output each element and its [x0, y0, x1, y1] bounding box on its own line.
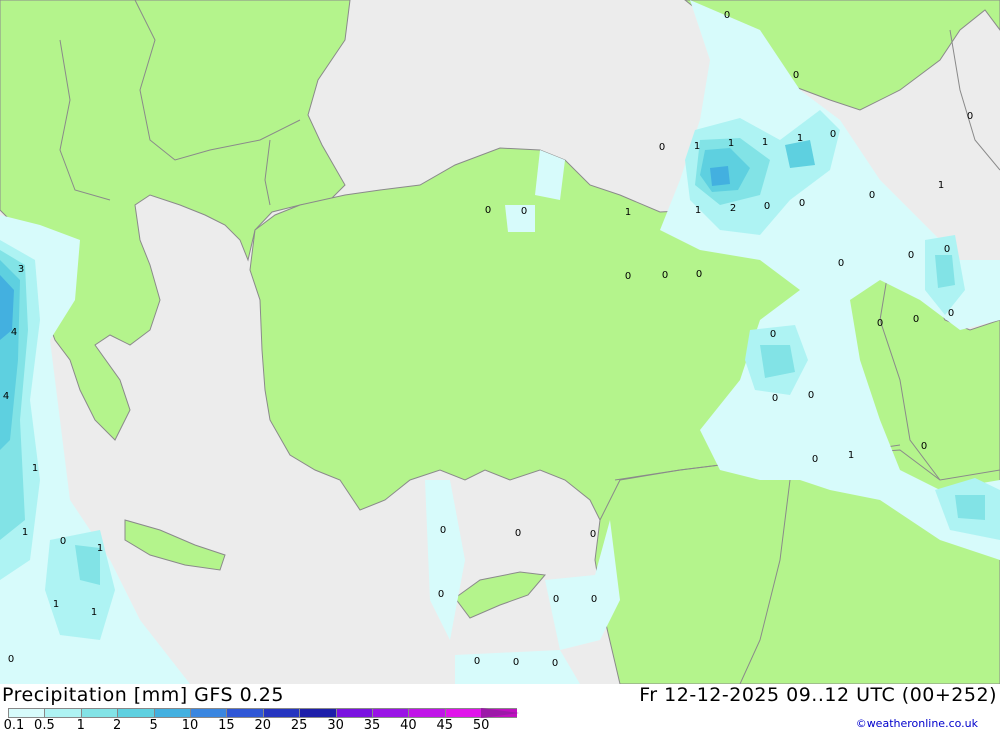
- legend-color-bar: [8, 708, 518, 718]
- legend-label: 35: [363, 718, 381, 733]
- precip-value-label: 1: [695, 205, 701, 216]
- precip-value-label: 4: [3, 391, 9, 402]
- legend-swatch: [335, 708, 372, 718]
- precip-value-label: 0: [921, 441, 927, 452]
- legend-swatch: [226, 708, 263, 718]
- legend-labels: 0.1 0.5 1 2 5 10 15 20 25 30 35 40 45 50: [0, 718, 560, 734]
- legend-swatch: [8, 708, 45, 718]
- precip-value-label: 2: [730, 203, 736, 214]
- precip-value-label: 0: [8, 654, 14, 665]
- legend-swatch: [189, 708, 227, 718]
- precip-value-label: 0: [869, 190, 875, 201]
- precip-value-label: 0: [60, 536, 66, 547]
- precip-value-label: 0: [552, 658, 558, 669]
- precipitation-map: 0 0 0 0 1 1 1 1 0 0 0 1 1 2 0 0 0 1 0 0 0 0 0 0 0 0 0 0 0 0 0 0 1 3 4 4 1 1 0 1…: [0, 0, 1000, 684]
- legend-label: 2: [113, 718, 122, 733]
- precip-value-label: 0: [877, 318, 883, 329]
- precip-value-label: 1: [848, 450, 854, 461]
- precip-value-label: 1: [728, 138, 734, 149]
- precip-value-label: 0: [812, 454, 818, 465]
- legend-label: 15: [218, 718, 235, 733]
- precip-value-label: 0: [724, 10, 730, 21]
- precip-value-label: 1: [762, 137, 768, 148]
- precip-value-label: 0: [830, 129, 836, 140]
- precip-value-label: 1: [97, 543, 103, 554]
- legend-swatch: [444, 708, 482, 718]
- legend-swatch: [408, 708, 445, 718]
- legend-label: 45: [436, 718, 454, 733]
- valid-time: Fr 12-12-2025 09..12 UTC (00+252): [639, 684, 997, 706]
- precip-value-label: 0: [967, 111, 973, 122]
- legend-label: 20: [254, 718, 272, 733]
- precip-value-label: 0: [793, 70, 799, 81]
- legend-swatch: [80, 708, 118, 718]
- precip-value-label: 1: [22, 527, 28, 538]
- precip-area: [785, 140, 815, 168]
- precip-value-label: 0: [799, 198, 805, 209]
- legend-label: 50: [472, 718, 490, 733]
- legend-label: 0.5: [34, 718, 55, 733]
- legend-swatch: [44, 708, 81, 718]
- legend-label: 1: [76, 718, 85, 733]
- precip-value-label: 0: [908, 250, 914, 261]
- precip-value-label: 0: [625, 271, 631, 282]
- legend-swatch: [371, 708, 409, 718]
- credit-link[interactable]: ©weatheronline.co.uk: [856, 717, 978, 730]
- precip-value-label: 0: [513, 657, 519, 668]
- legend-swatch: [262, 708, 300, 718]
- precip-value-label: 1: [694, 141, 700, 152]
- precip-value-label: 0: [553, 594, 559, 605]
- precip-value-label: 0: [591, 594, 597, 605]
- precip-value-label: 0: [764, 201, 770, 212]
- precip-value-label: 1: [53, 599, 59, 610]
- precip-value-label: 1: [625, 207, 631, 218]
- precip-value-label: 1: [32, 463, 38, 474]
- precip-value-label: 0: [770, 329, 776, 340]
- precip-value-label: 0: [944, 244, 950, 255]
- precip-value-label: 0: [521, 206, 527, 217]
- precip-value-label: 1: [91, 607, 97, 618]
- precip-value-label: 0: [515, 528, 521, 539]
- precip-value-label: 0: [440, 525, 446, 536]
- precip-value-label: 1: [938, 180, 944, 191]
- precip-value-label: 0: [485, 205, 491, 216]
- precip-value-label: 0: [838, 258, 844, 269]
- legend-label: 0.1: [3, 718, 25, 733]
- precip-value-label: 0: [659, 142, 665, 153]
- legend-label: 30: [327, 718, 344, 733]
- precip-value-label: 4: [11, 327, 17, 338]
- legend-swatch: [153, 708, 190, 718]
- legend-label: 5: [149, 718, 158, 733]
- precip-area: [760, 345, 795, 378]
- precip-value-label: 0: [772, 393, 778, 404]
- footer: Precipitation [mm] GFS 0.25 Fr 12-12-202…: [0, 684, 1000, 733]
- precip-value-label: 0: [438, 589, 444, 600]
- precip-value-label: 0: [913, 314, 919, 325]
- land-levant: [594, 449, 1000, 684]
- precip-value-label: 3: [18, 264, 24, 275]
- product-title: Precipitation [mm] GFS 0.25: [2, 684, 284, 706]
- legend-label: 40: [400, 718, 417, 733]
- legend-label: 25: [290, 718, 308, 733]
- precip-value-label: 0: [474, 656, 480, 667]
- precip-area: [710, 166, 730, 186]
- legend-swatch: [117, 708, 154, 718]
- legend-label: 10: [181, 718, 199, 733]
- precip-area: [955, 495, 985, 520]
- precip-value-label: 0: [948, 308, 954, 319]
- precip-value-label: 0: [662, 270, 668, 281]
- precip-area: [935, 255, 955, 288]
- precip-value-label: 0: [808, 390, 814, 401]
- precip-value-label: 1: [797, 133, 803, 144]
- precip-value-label: 0: [590, 529, 596, 540]
- precip-value-label: 0: [696, 269, 702, 280]
- legend-arrow: [481, 708, 519, 718]
- legend-swatch: [299, 708, 336, 718]
